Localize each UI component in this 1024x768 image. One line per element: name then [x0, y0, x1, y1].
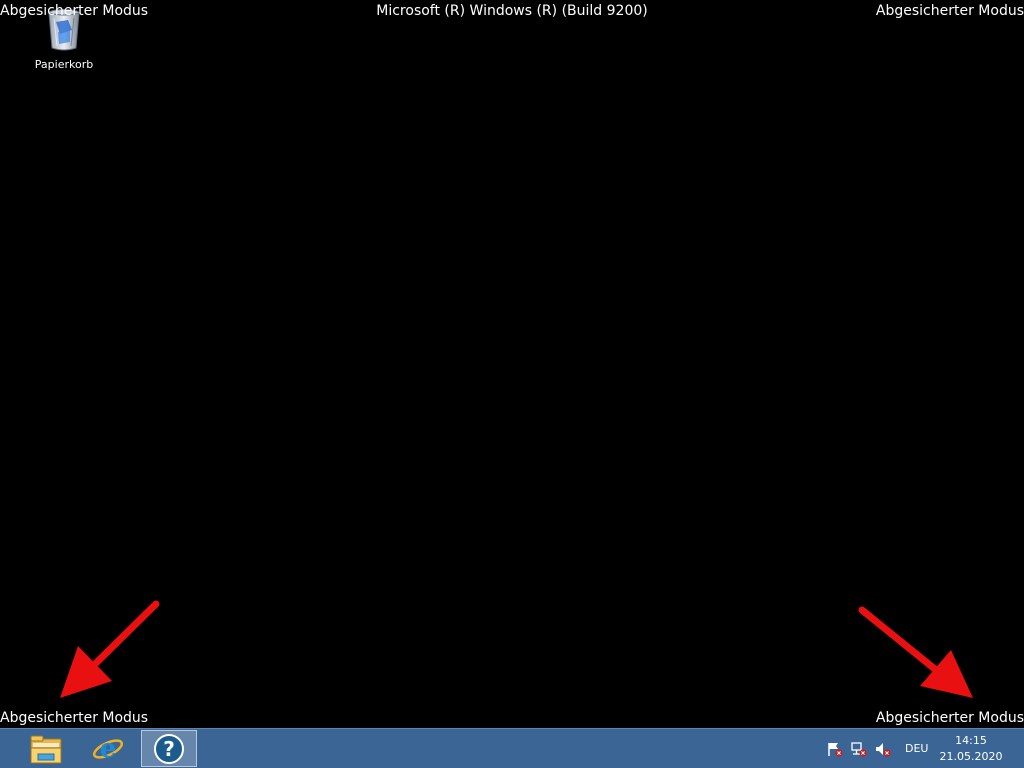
help-icon: ?	[154, 733, 184, 764]
safe-mode-label-bottom-right: Abgesicherter Modus	[875, 710, 1024, 726]
safe-mode-label-top-right: Abgesicherter Modus	[875, 3, 1024, 19]
taskbar-help-button[interactable]: ?	[141, 730, 197, 767]
volume-muted-icon[interactable]	[874, 741, 892, 757]
arrow-right	[858, 606, 973, 698]
taskbar: e ? DEU 14:15 21.05.2020	[0, 728, 1024, 768]
desktop: Papierkorb Abgesicherter Modus Microsoft…	[0, 0, 1024, 768]
svg-text:?: ?	[163, 737, 175, 761]
safe-mode-label-bottom-left: Abgesicherter Modus	[0, 710, 149, 726]
svg-text:e: e	[100, 734, 117, 764]
annotation-arrows	[60, 600, 973, 698]
clock[interactable]: 14:15 21.05.2020	[938, 733, 1004, 765]
arrow-left	[60, 600, 160, 698]
taskbar-file-explorer-button[interactable]	[18, 730, 74, 767]
windows-build-label: Microsoft (R) Windows (R) (Build 9200)	[376, 3, 648, 19]
file-explorer-icon	[30, 735, 62, 763]
network-icon[interactable]	[850, 741, 868, 757]
recycle-bin-label: Papierkorb	[34, 58, 94, 71]
input-language-indicator[interactable]: DEU	[905, 742, 928, 756]
clock-time: 14:15	[955, 734, 987, 747]
taskbar-internet-explorer-button[interactable]: e	[80, 730, 136, 767]
clock-date: 21.05.2020	[939, 750, 1003, 763]
action-center-flag-icon[interactable]	[826, 741, 844, 757]
internet-explorer-icon: e	[92, 734, 124, 764]
